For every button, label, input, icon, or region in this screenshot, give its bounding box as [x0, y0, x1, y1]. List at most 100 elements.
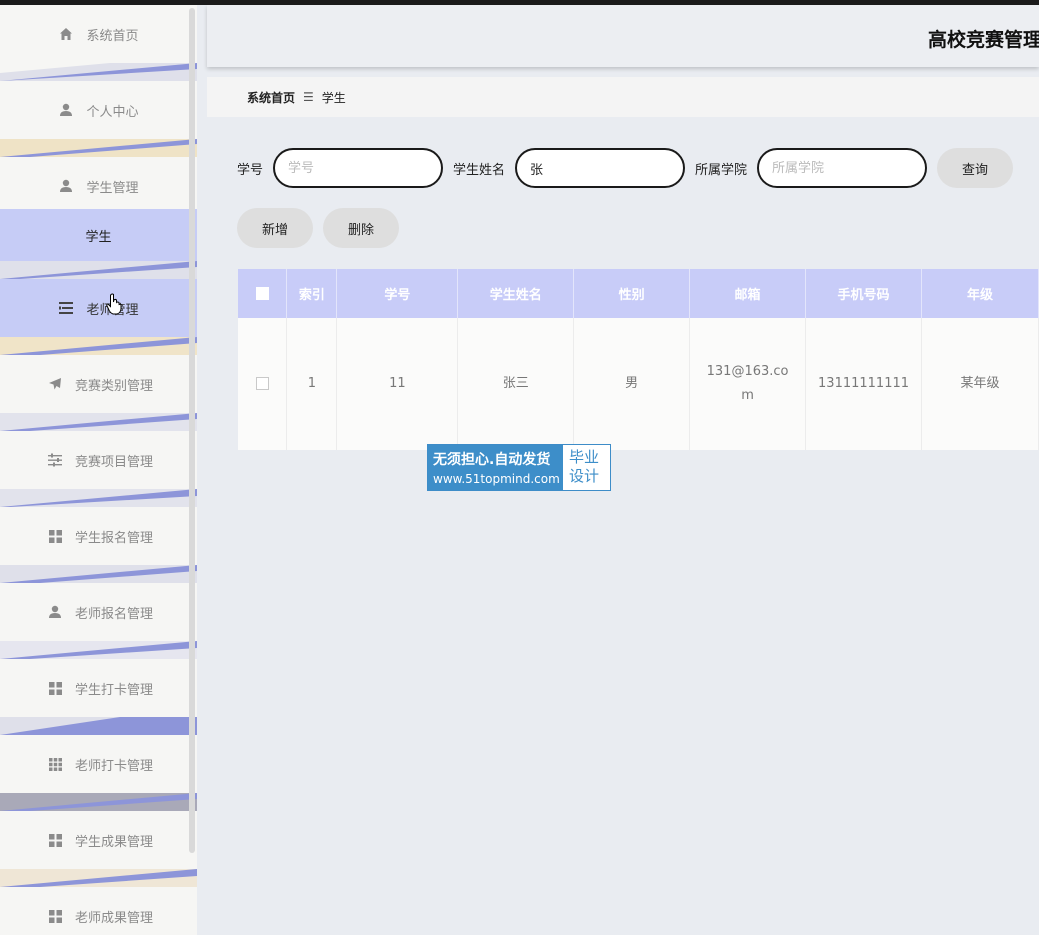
grid-icon [47, 908, 63, 924]
sidebar-menu-student-checkin: 学生打卡管理 [0, 659, 197, 735]
row-select-cell [238, 318, 288, 450]
table-row[interactable]: 1 11 张三 男 131@163.com 13111111111 某年级 [238, 318, 1039, 450]
college-label: 所属学院 [695, 162, 748, 178]
sidebar-item-label: 老师报名管理 [75, 606, 154, 622]
student-name-input[interactable] [515, 148, 686, 188]
decorative-band [0, 413, 197, 431]
sidebar-item-student-signup[interactable]: 学生报名管理 [0, 507, 197, 565]
sidebar-menu-home: 系统首页 [0, 5, 197, 81]
grid-icon [47, 832, 63, 848]
grid-icon [47, 528, 63, 544]
student-no-cell: 11 [336, 318, 459, 450]
sidebar-item-student-results[interactable]: 学生成果管理 [0, 811, 197, 869]
index-cell: 1 [286, 318, 338, 450]
sidebar-menu-teachers: 老师管理 [0, 279, 197, 355]
breadcrumb-separator-icon: ☰ [303, 90, 314, 104]
student-table: 索引 学号 学生姓名 性别 邮箱 手机号码 年级 1 11 张三 男 131@1… [238, 269, 1039, 450]
add-button[interactable]: 新增 [237, 208, 313, 248]
decorative-band [0, 489, 197, 507]
sidebar-item-label: 个人中心 [86, 104, 139, 120]
decorative-band [0, 869, 197, 887]
column-header[interactable]: 学号 [336, 269, 459, 318]
sidebar-item-competition-project[interactable]: 竞赛项目管理 [0, 431, 197, 489]
column-header[interactable]: 年级 [921, 269, 1039, 318]
window-top-edge [0, 0, 1039, 5]
sidebar-item-home[interactable]: 系统首页 [0, 5, 197, 63]
watermark-tag: 毕业设计 [563, 445, 610, 490]
sidebar-item-label: 老师成果管理 [75, 910, 154, 926]
breadcrumb: 系统首页 ☰ 学生 [207, 77, 1039, 117]
sidebar-item-teachers[interactable]: 老师管理 [0, 279, 197, 337]
submenu-item-student[interactable]: 学生 [0, 209, 197, 261]
sidebar-item-teacher-results[interactable]: 老师成果管理 [0, 887, 197, 935]
grade-cell: 某年级 [921, 318, 1039, 450]
email-cell: 131@163.com [689, 318, 807, 450]
search-bar: 学号 学生姓名 所属学院 查询 [237, 148, 1014, 188]
column-header[interactable]: 索引 [286, 269, 338, 318]
table-icon [47, 756, 63, 772]
sidebar-item-label: 老师打卡管理 [75, 758, 154, 774]
sidebar-item-label: 学生打卡管理 [75, 682, 154, 698]
hand-cursor-icon [106, 293, 122, 319]
sidebar-item-label: 竞赛类别管理 [75, 378, 154, 394]
user-icon [58, 178, 74, 194]
delete-button[interactable]: 删除 [323, 208, 399, 248]
sidebar-menu-student-signup: 学生报名管理 [0, 507, 197, 583]
sidebar-item-teacher-signup[interactable]: 老师报名管理 [0, 583, 197, 641]
sidebar-menu-student-results: 学生成果管理 [0, 811, 197, 887]
sidebar-menu-teacher-signup: 老师报名管理 [0, 583, 197, 659]
watermark-badge: 无须担心.自动发货 www.51topmind.com 毕业设计 [427, 444, 611, 491]
list-icon [58, 300, 74, 316]
college-input[interactable] [757, 148, 928, 188]
user-icon [47, 604, 63, 620]
select-all-cell [238, 269, 288, 318]
sliders-icon [47, 452, 63, 468]
table-header-row: 索引 学号 学生姓名 性别 邮箱 手机号码 年级 [238, 269, 1039, 318]
breadcrumb-home[interactable]: 系统首页 [247, 89, 295, 106]
row-checkbox[interactable] [255, 377, 269, 390]
sidebar-item-student-checkin[interactable]: 学生打卡管理 [0, 659, 197, 717]
sidebar-scrollbar[interactable] [189, 8, 195, 853]
phone-cell: 13111111111 [805, 318, 923, 450]
top-header: 高校竞赛管理 [207, 5, 1039, 67]
watermark-text: 无须担心.自动发货 www.51topmind.com [428, 445, 563, 490]
column-header[interactable]: 学生姓名 [457, 269, 575, 318]
decorative-band [0, 641, 197, 659]
sidebar: 系统首页 个人中心 学生管理 学生 老师管理 [0, 5, 197, 935]
decorative-band [0, 717, 197, 735]
sidebar-item-label: 学生管理 [86, 180, 139, 196]
sidebar-item-label: 学生成果管理 [75, 834, 154, 850]
sidebar-item-teacher-checkin[interactable]: 老师打卡管理 [0, 735, 197, 793]
sidebar-menu-profile: 个人中心 [0, 81, 197, 157]
student-name-label: 学生姓名 [453, 162, 506, 178]
sidebar-menu-competition-project: 竞赛项目管理 [0, 431, 197, 507]
breadcrumb-current: 学生 [321, 90, 346, 105]
sidebar-item-label: 系统首页 [86, 28, 139, 44]
watermark-line1: 无须担心.自动发货 [433, 452, 551, 468]
send-icon [47, 376, 63, 392]
email-text: 131@163.com [706, 364, 789, 403]
action-bar: 新增 删除 [237, 208, 409, 248]
sidebar-item-label: 竞赛项目管理 [75, 454, 154, 470]
decorative-band [0, 793, 197, 811]
select-all-checkbox[interactable] [255, 287, 269, 300]
column-header[interactable]: 手机号码 [805, 269, 923, 318]
sidebar-item-competition-category[interactable]: 竞赛类别管理 [0, 355, 197, 413]
decorative-band [0, 139, 197, 157]
query-button[interactable]: 查询 [937, 148, 1014, 188]
decorative-band [0, 63, 197, 81]
decorative-band [0, 261, 197, 279]
column-header[interactable]: 性别 [573, 269, 691, 318]
submenu-item-label: 学生 [85, 229, 112, 245]
page-title: 高校竞赛管理 [928, 29, 1039, 51]
decorative-band [0, 337, 197, 355]
sidebar-item-profile[interactable]: 个人中心 [0, 81, 197, 139]
student-no-input[interactable] [273, 148, 444, 188]
home-icon [58, 26, 74, 42]
user-icon [58, 102, 74, 118]
decorative-band [0, 565, 197, 583]
column-header[interactable]: 邮箱 [689, 269, 807, 318]
sidebar-item-students[interactable]: 学生管理 [0, 157, 197, 215]
sidebar-menu-competition-category: 竞赛类别管理 [0, 355, 197, 431]
watermark-url: www.51topmind.com [433, 472, 560, 486]
